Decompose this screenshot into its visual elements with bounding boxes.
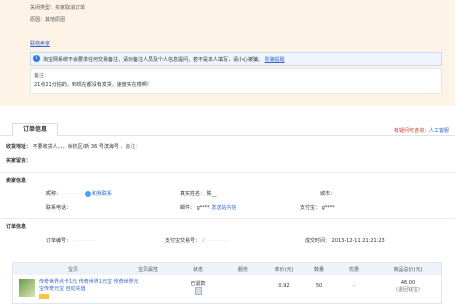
cell-status: 已退款 xyxy=(183,280,213,295)
cell-discount: - xyxy=(353,283,355,289)
divider xyxy=(0,218,455,219)
alipay-number-row: 支付宝交易号： 2········· xyxy=(165,237,229,244)
seller-phone-row: 联系电话： xyxy=(46,204,71,211)
divider xyxy=(0,172,455,173)
help-contact: 有疑问可咨询：人工客服 xyxy=(394,127,449,134)
city-label: 城市： xyxy=(320,191,336,197)
send-message-link[interactable]: 发送站内信 xyxy=(211,205,236,211)
anti-fraud-link[interactable]: 防骗提醒 xyxy=(265,57,285,63)
order-section-title: 订单信息 xyxy=(6,224,27,230)
col-total: 商品总价(元) xyxy=(393,267,423,273)
order-number-value: ········· xyxy=(72,238,96,244)
info-icon: i xyxy=(33,55,40,62)
order-number-row: 订单编号： ········· xyxy=(46,237,96,244)
tab-bar: 订单信息 有疑问可咨询：人工客服 xyxy=(0,119,455,137)
shipping-address-row: 收货地址： 不要收货人，，，余杭区/新 36 号滨海号 ，备注： xyxy=(6,143,140,150)
address-value: 不要收货人，，，余杭区/新 36 号滨海号 xyxy=(32,144,119,150)
cell-total: 46.00 (退回钱宝) xyxy=(379,280,437,293)
table-header: 宝贝 宝贝属性 状态 服务 单价(元) 数量 优惠 商品总价(元) xyxy=(13,263,441,275)
remark-box: 备注： 21点21分拍的，到现在都没有发货，速度实在慢啊！ xyxy=(30,68,442,94)
buyer-note-row: 买家留言： xyxy=(6,157,31,164)
success-time-row: 成交时间： 2013-12-11 21:21:23 xyxy=(305,237,385,244)
seller-nick-value: ········ xyxy=(62,191,84,197)
remark-label: 备注： xyxy=(34,73,50,79)
total-note: (退回钱宝) xyxy=(396,287,420,293)
col-attr: 宝贝属性 xyxy=(137,267,158,273)
col-qty: 数量 xyxy=(313,267,324,273)
col-discount: 优惠 xyxy=(348,267,359,273)
seller-alipay-row: 支付宝： g**** xyxy=(300,204,335,211)
seller-city-row: 城市： xyxy=(320,190,335,197)
document-icon[interactable] xyxy=(194,287,202,295)
alipay-number-value: 2········· xyxy=(201,238,230,244)
warning-text: 淘宝网系统不会要求任何交易备注，请对备注人员及个人信息提问，若不是本人填写，请小… xyxy=(43,57,264,63)
order-number-label: 订单编号： xyxy=(46,238,72,244)
email-value: g**** xyxy=(196,205,210,211)
alipay-number-label: 支付宝交易号： xyxy=(165,238,201,244)
success-time-label: 成交时间： xyxy=(305,238,331,244)
email-label: 邮件： xyxy=(180,205,196,211)
product-badge xyxy=(39,294,49,299)
success-time-value: 2013-12-11 21:21:23 xyxy=(331,238,385,244)
seller-nick-label: 昵称： xyxy=(46,191,62,197)
product-name-link[interactable]: 传奇世界点卡1元 传奇世界1元宝 传奇世界元宝传奇元宝 自动充值 xyxy=(39,279,139,293)
address-note: ，备注： xyxy=(120,144,141,150)
phone-label: 联系电话： xyxy=(46,205,72,211)
status-text: 已退款 xyxy=(190,281,206,287)
order-items-table: 宝贝 宝贝属性 状态 服务 单价(元) 数量 优惠 商品总价(元) 传奇世界点卡… xyxy=(12,262,442,304)
realname-value: 陈__ xyxy=(206,191,217,197)
customer-service-link[interactable]: 人工客服 xyxy=(429,128,449,134)
order-closed-panel: 关闭类型：买家取消订单 原因：其他原因 联络卖家 i 淘宝网系统不会要求任何交易… xyxy=(0,0,455,106)
col-price: 单价(元) xyxy=(274,267,294,273)
alipay-label: 支付宝： xyxy=(300,205,321,211)
help-prefix: 有疑问可咨询： xyxy=(393,128,429,134)
cell-price: 0.92 xyxy=(278,283,290,289)
alipay-value: g**** xyxy=(321,205,335,211)
security-warning: i 淘宝网系统不会要求任何交易备注，请对备注人员及个人信息提问，若不是本人填写，… xyxy=(30,52,442,66)
seller-nick-row: 昵称： ········ 和我联系 xyxy=(46,190,112,197)
buyer-note-label: 买家留言： xyxy=(6,158,32,164)
remark-text: 21点21分拍的，到现在都没有发货，速度实在慢啊！ xyxy=(34,82,152,88)
wangwang-icon[interactable] xyxy=(84,190,91,197)
tab-order-info[interactable]: 订单信息 xyxy=(12,123,58,137)
close-type-text: 关闭类型：买家取消订单 xyxy=(30,5,86,11)
seller-email-row: 邮件： g**** 发送站内信 xyxy=(180,204,236,211)
address-label: 收货地址： xyxy=(6,144,32,150)
cell-qty: 50 xyxy=(315,283,323,289)
product-thumbnail[interactable] xyxy=(19,279,35,297)
contact-me-link[interactable]: 和我联系 xyxy=(92,191,112,197)
contact-seller-link[interactable]: 联络卖家 xyxy=(30,40,50,47)
realname-label: 真实姓名： xyxy=(180,191,206,197)
close-reason-text: 原因：其他原因 xyxy=(30,17,66,23)
col-item: 宝贝 xyxy=(67,267,78,273)
col-service: 服务 xyxy=(237,267,248,273)
seller-realname-row: 真实姓名： 陈__ xyxy=(180,190,217,197)
seller-section-title: 卖家信息 xyxy=(6,178,27,184)
col-status: 状态 xyxy=(192,267,203,273)
